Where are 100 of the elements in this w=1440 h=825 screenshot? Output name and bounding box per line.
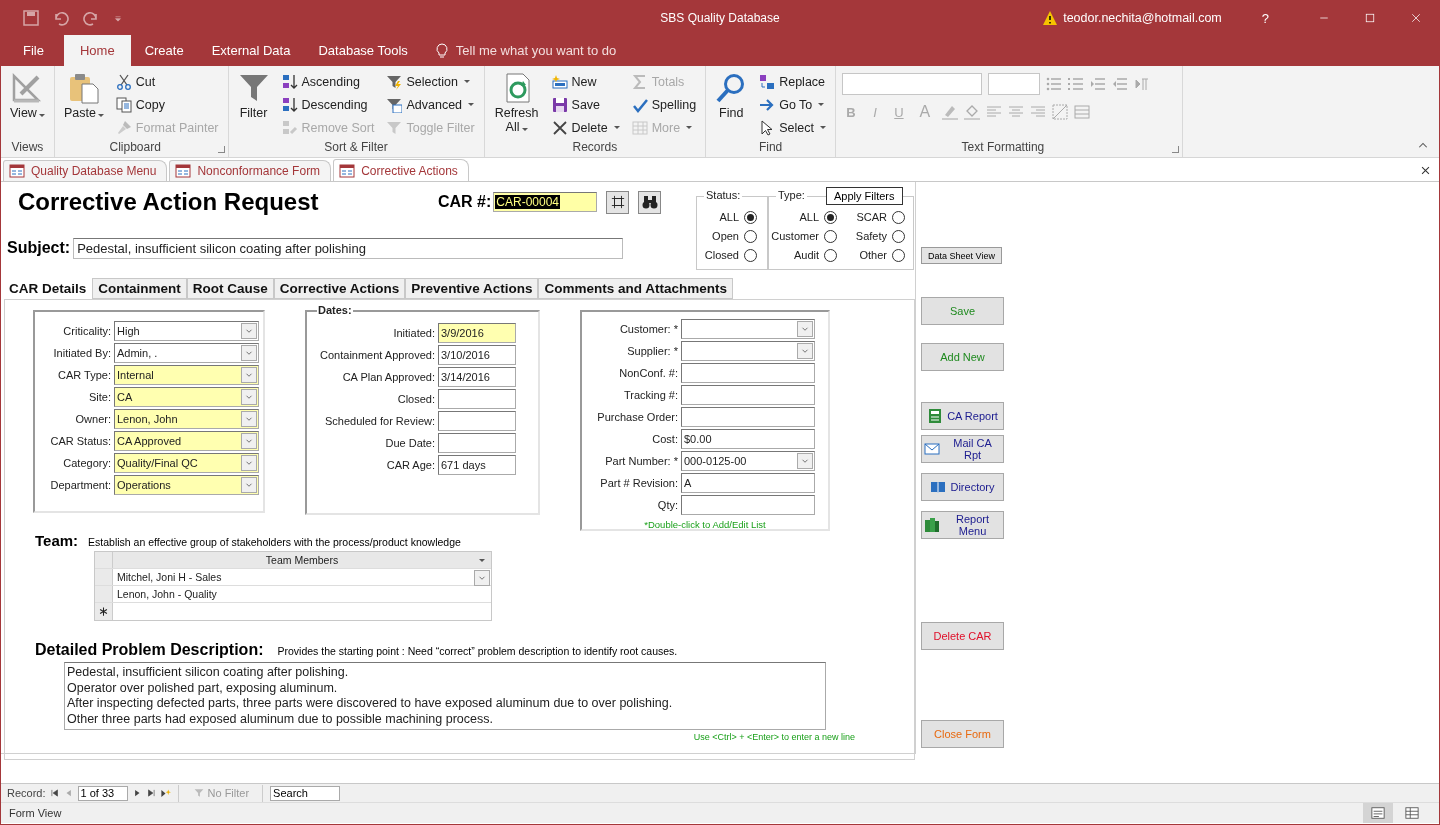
document-tab[interactable]: Corrective Actions bbox=[333, 159, 469, 181]
tell-me-field[interactable]: Tell me what you want to do bbox=[421, 35, 617, 66]
ribbon-button[interactable]: Find bbox=[712, 70, 751, 122]
brush-icon bbox=[115, 119, 132, 136]
report-icon bbox=[927, 408, 944, 424]
find-button[interactable] bbox=[638, 190, 662, 214]
row-selector[interactable] bbox=[95, 603, 113, 620]
ribbon-button[interactable]: Selection bbox=[383, 70, 478, 93]
form-button[interactable]: CA Report bbox=[921, 402, 1004, 430]
select-record-button[interactable] bbox=[606, 190, 630, 214]
radio-button[interactable] bbox=[892, 248, 905, 262]
text-field[interactable]: 671 days bbox=[438, 455, 516, 475]
menu-tab[interactable]: Home bbox=[63, 35, 131, 66]
ribbon-button[interactable]: Paste bbox=[60, 70, 107, 122]
combo-box[interactable]: Operations bbox=[114, 475, 259, 495]
combo-box[interactable]: Internal bbox=[114, 365, 259, 385]
table-cell[interactable]: Lenon, John - Quality bbox=[113, 586, 491, 602]
ribbon-button[interactable]: Refresh All bbox=[490, 70, 543, 136]
form-button[interactable]: Directory bbox=[921, 473, 1004, 501]
text-field[interactable] bbox=[681, 495, 815, 515]
ribbon-button[interactable]: Ascending bbox=[278, 70, 378, 93]
form-button[interactable]: Delete CAR bbox=[921, 622, 1004, 650]
form-tab[interactable]: Preventive Actions bbox=[405, 278, 539, 299]
text-field[interactable]: Pedestal, insufficient silicon coating after polishing bbox=[73, 237, 624, 259]
form-button[interactable]: Report Menu bbox=[921, 511, 1004, 539]
ribbon-button[interactable]: New bbox=[548, 70, 623, 93]
menu-tab[interactable]: External Data bbox=[197, 35, 305, 66]
form-button[interactable]: Add New bbox=[921, 343, 1004, 371]
menu-tab[interactable]: Database Tools bbox=[304, 35, 422, 66]
search-field[interactable]: Search bbox=[270, 785, 341, 801]
text-field[interactable]: A bbox=[681, 473, 815, 493]
combo-box[interactable] bbox=[681, 341, 815, 361]
column-header[interactable]: Team Members bbox=[113, 552, 491, 568]
ribbon-button[interactable]: Advanced bbox=[383, 93, 478, 116]
radio-button[interactable] bbox=[824, 229, 837, 243]
menu-tab[interactable]: File bbox=[9, 35, 58, 66]
radio-button[interactable] bbox=[824, 248, 837, 262]
help-button[interactable]: ? bbox=[1261, 10, 1269, 26]
text-field[interactable] bbox=[438, 411, 516, 431]
form-tab[interactable]: Containment bbox=[92, 278, 187, 299]
ribbon-button[interactable]: Cut bbox=[112, 70, 222, 93]
text-field[interactable] bbox=[681, 385, 815, 405]
font-name-field[interactable] bbox=[841, 73, 982, 95]
text-field[interactable] bbox=[438, 433, 516, 453]
text-field[interactable]: 3/14/2016 bbox=[438, 367, 516, 387]
form-tab[interactable]: Root Cause bbox=[186, 278, 274, 299]
field-label: Purchase Order: bbox=[596, 411, 679, 423]
user-account[interactable]: teodor.nechita@hotmail.com bbox=[1063, 11, 1222, 25]
radio-button[interactable] bbox=[744, 210, 757, 224]
apply-filters-button[interactable]: Apply Filters bbox=[826, 187, 903, 205]
ribbon-button[interactable]: Delete bbox=[548, 116, 623, 139]
ribbon-button[interactable]: Go To bbox=[756, 93, 829, 116]
ribbon-button[interactable]: Select bbox=[756, 116, 829, 139]
maximize-icon bbox=[1364, 12, 1376, 24]
form-tab[interactable]: Comments and Attachments bbox=[538, 278, 733, 299]
ribbon-button[interactable]: Spelling bbox=[628, 93, 700, 116]
funnel-icon bbox=[386, 73, 403, 90]
radio-button[interactable] bbox=[892, 229, 905, 243]
combo-box[interactable]: CA bbox=[114, 387, 259, 407]
radio-button[interactable] bbox=[824, 210, 837, 224]
form-tab[interactable]: Corrective Actions bbox=[273, 278, 406, 299]
radio-button[interactable] bbox=[892, 210, 905, 224]
text-field[interactable] bbox=[681, 363, 815, 383]
radio-button[interactable] bbox=[744, 248, 757, 262]
radio-label: ALL bbox=[719, 211, 739, 223]
font-size-field[interactable] bbox=[987, 73, 1040, 95]
menu-tab[interactable]: Create bbox=[130, 35, 198, 66]
text-field[interactable]: 3/10/2016 bbox=[438, 345, 516, 365]
text-field[interactable]: $0.00 bbox=[681, 429, 815, 449]
ribbon-button[interactable]: Save bbox=[548, 93, 623, 116]
form-button[interactable]: Save bbox=[921, 297, 1004, 325]
combo-box[interactable]: High bbox=[114, 321, 259, 341]
form-view-button[interactable] bbox=[1363, 803, 1393, 823]
ribbon-button[interactable]: Replace bbox=[756, 70, 829, 93]
combo-box[interactable] bbox=[681, 319, 815, 339]
form-button[interactable]: Mail CA Rpt bbox=[921, 435, 1004, 463]
ribbon-button[interactable]: Filter bbox=[234, 70, 273, 122]
combo-box[interactable]: CA Approved bbox=[114, 431, 259, 451]
save-icon bbox=[23, 10, 39, 26]
combo-box[interactable]: 000-0125-00 bbox=[681, 451, 815, 471]
radio-button[interactable] bbox=[744, 229, 757, 243]
record-number-field[interactable]: 1 of 33 bbox=[77, 785, 128, 801]
document-tab[interactable]: Nonconformance Form bbox=[169, 160, 332, 181]
text-field[interactable] bbox=[438, 389, 516, 409]
combo-box[interactable]: Admin, . bbox=[114, 343, 259, 363]
ribbon-button[interactable]: Copy bbox=[112, 93, 222, 116]
text-field[interactable] bbox=[681, 407, 815, 427]
data-sheet-view-button[interactable]: Data Sheet View bbox=[921, 247, 1002, 264]
table-cell[interactable]: Mitchel, Joni H - Sales bbox=[113, 569, 491, 585]
text-area[interactable]: Pedestal, insufficient silicon coating after polishing. Operator over polished part, exposing aluminum. After inspecting defected parts, three parts were discovered to have exposed aluminum due to over polishing. Other three parts had exposed aluminum due to possible machining process. bbox=[64, 662, 826, 730]
text-field[interactable]: CAR-00004 bbox=[493, 192, 598, 212]
ribbon-button[interactable]: View bbox=[7, 70, 48, 122]
document-tab[interactable]: Quality Database Menu bbox=[3, 160, 168, 181]
combo-box[interactable]: Quality/Final QC bbox=[114, 453, 259, 473]
combo-box[interactable]: Lenon, John bbox=[114, 409, 259, 429]
dialog-launcher-icon[interactable] bbox=[217, 146, 225, 153]
field-label: Initiated: bbox=[392, 327, 436, 339]
dialog-launcher-icon[interactable] bbox=[1171, 146, 1179, 153]
ribbon-button[interactable]: Descending bbox=[278, 93, 378, 116]
text-field[interactable]: 3/9/2016 bbox=[438, 323, 516, 343]
